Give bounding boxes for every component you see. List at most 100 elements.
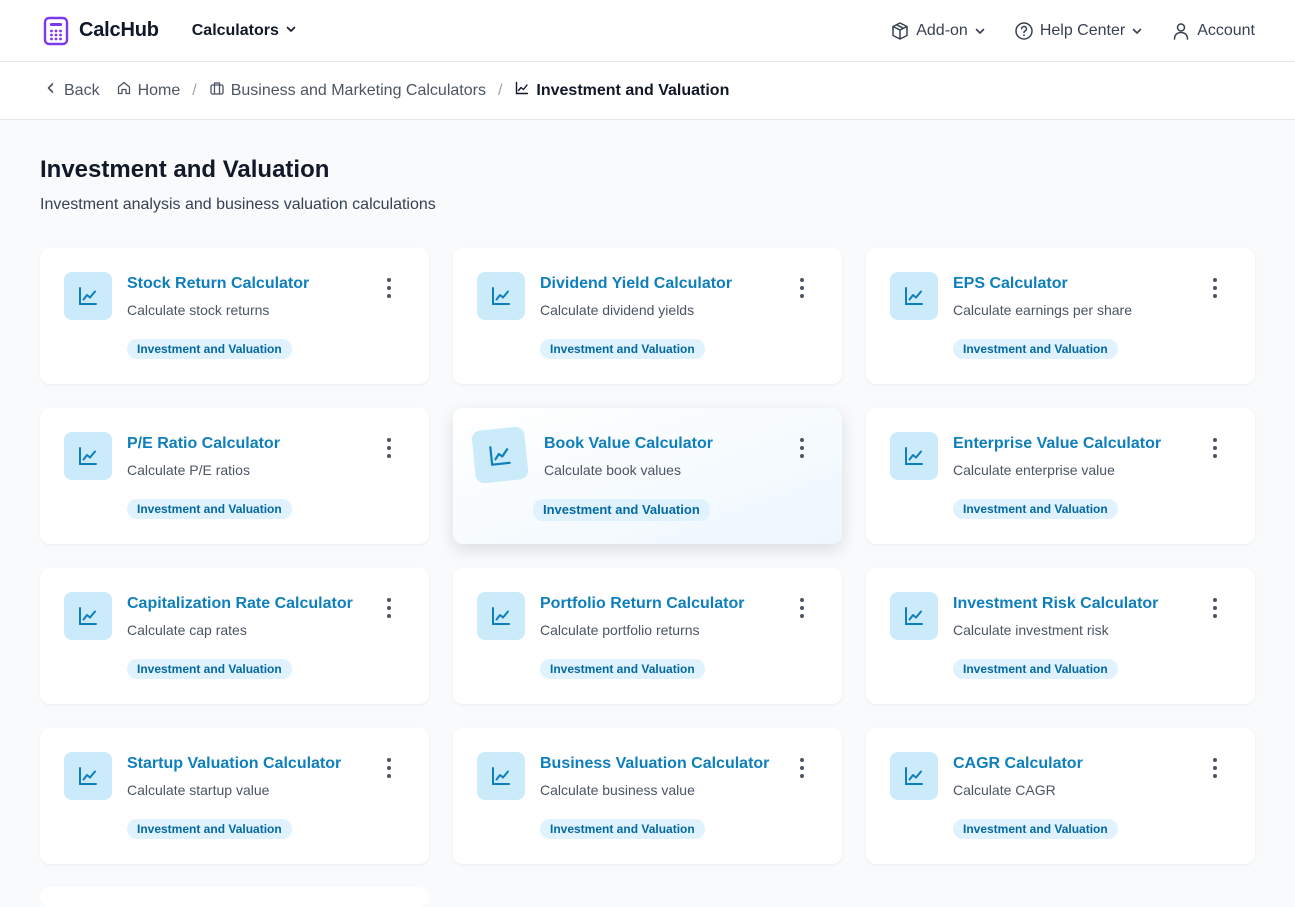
- help-circle-icon: [1014, 21, 1034, 41]
- card-title: CAGR Calculator: [953, 755, 1083, 772]
- card-title: Portfolio Return Calculator: [540, 595, 745, 612]
- line-chart-icon: [890, 752, 938, 800]
- briefcase-icon: [209, 80, 225, 101]
- more-options-icon[interactable]: [1211, 598, 1219, 618]
- line-chart-icon: [890, 272, 938, 320]
- line-chart-icon: [64, 272, 112, 320]
- logo[interactable]: CalcHub: [43, 16, 159, 46]
- breadcrumb-home-label: Home: [137, 81, 181, 99]
- chevron-down-icon: [974, 25, 986, 37]
- more-options-icon[interactable]: [1211, 758, 1219, 778]
- calculator-card[interactable]: Dividend Yield Calculator Calculate divid…: [453, 248, 842, 384]
- card-title: Capitalization Rate Calculator: [127, 595, 353, 612]
- card-description: Calculate earnings per share: [953, 302, 1132, 318]
- card-description: Calculate dividend yields: [540, 302, 695, 318]
- chevron-down-icon: [1131, 25, 1143, 37]
- line-chart-icon: [477, 272, 525, 320]
- card-description: Calculate stock returns: [127, 302, 270, 318]
- calculator-card[interactable]: Portfolio Return Calculator Calculate por…: [453, 568, 842, 704]
- line-chart-icon: [64, 432, 112, 480]
- card-description: Calculate business value: [540, 782, 695, 798]
- card-description: Calculate enterprise value: [953, 462, 1115, 478]
- card-title: Investment Risk Calculator: [953, 595, 1159, 612]
- more-options-icon[interactable]: [385, 438, 393, 458]
- chevron-down-icon: [285, 22, 297, 40]
- card-title: Book Value Calculator: [544, 435, 713, 452]
- top-navbar: CalcHub Calculators Add-on Help Center A…: [0, 0, 1295, 62]
- category-tag: Investment and Valuation: [533, 499, 710, 521]
- card-description: Calculate investment risk: [953, 622, 1109, 638]
- card-description: Calculate book values: [544, 462, 681, 478]
- calculator-grid: Stock Return Calculator Calculate stock r…: [40, 248, 1255, 864]
- category-tag: Investment and Valuation: [127, 339, 292, 359]
- more-options-icon[interactable]: [798, 278, 806, 298]
- addon-menu[interactable]: Add-on: [890, 21, 986, 41]
- card-title: Business Valuation Calculator: [540, 755, 770, 772]
- breadcrumb-home[interactable]: Home: [116, 80, 181, 101]
- card-title: EPS Calculator: [953, 275, 1068, 292]
- back-button[interactable]: Back: [44, 81, 100, 100]
- help-center-menu[interactable]: Help Center: [1014, 21, 1143, 41]
- calculator-card[interactable]: P/E Ratio Calculator Calculate P/E ratios…: [40, 408, 429, 544]
- line-chart-icon: [890, 592, 938, 640]
- calculator-card[interactable]: Capitalization Rate Calculator Calculate …: [40, 568, 429, 704]
- line-chart-icon: [514, 80, 530, 101]
- more-options-icon[interactable]: [385, 278, 393, 298]
- line-chart-icon: [64, 752, 112, 800]
- category-tag: Investment and Valuation: [953, 339, 1118, 359]
- more-options-icon[interactable]: [385, 598, 393, 618]
- category-tag: Investment and Valuation: [540, 659, 705, 679]
- help-center-label: Help Center: [1039, 21, 1126, 39]
- addon-label: Add-on: [916, 21, 968, 39]
- account-label: Account: [1197, 21, 1255, 39]
- line-chart-icon: [477, 592, 525, 640]
- more-options-icon[interactable]: [1211, 278, 1219, 298]
- calculator-card-partial: [40, 887, 429, 907]
- category-tag: Investment and Valuation: [127, 819, 292, 839]
- more-options-icon[interactable]: [798, 438, 806, 458]
- card-description: Calculate startup value: [127, 782, 270, 798]
- calculator-card[interactable]: Business Valuation Calculator Calculate b…: [453, 728, 842, 864]
- chevron-left-icon: [44, 81, 58, 100]
- more-options-icon[interactable]: [385, 758, 393, 778]
- calculator-card[interactable]: Stock Return Calculator Calculate stock r…: [40, 248, 429, 384]
- calculator-logo-icon: [43, 16, 69, 46]
- account-menu[interactable]: Account: [1171, 21, 1255, 41]
- calculator-card[interactable]: CAGR Calculator Calculate CAGR Investment …: [866, 728, 1255, 864]
- breadcrumb-current: Investment and Valuation: [514, 80, 729, 101]
- calculator-card[interactable]: Startup Valuation Calculator Calculate st…: [40, 728, 429, 864]
- calculators-menu[interactable]: Calculators: [192, 22, 297, 40]
- card-description: Calculate portfolio returns: [540, 622, 700, 638]
- calculator-card[interactable]: EPS Calculator Calculate earnings per sha…: [866, 248, 1255, 384]
- card-title: P/E Ratio Calculator: [127, 435, 280, 452]
- calculator-card[interactable]: Investment Risk Calculator Calculate inve…: [866, 568, 1255, 704]
- card-title: Startup Valuation Calculator: [127, 755, 342, 772]
- page-subtitle: Investment analysis and business valuati…: [40, 196, 436, 213]
- category-tag: Investment and Valuation: [127, 659, 292, 679]
- breadcrumb-separator: /: [497, 81, 503, 99]
- line-chart-icon: [477, 752, 525, 800]
- more-options-icon[interactable]: [798, 758, 806, 778]
- home-icon: [116, 80, 132, 101]
- category-tag: Investment and Valuation: [953, 819, 1118, 839]
- breadcrumb-parent-label: Business and Marketing Calculators: [230, 81, 486, 99]
- more-options-icon[interactable]: [1211, 438, 1219, 458]
- category-tag: Investment and Valuation: [540, 339, 705, 359]
- card-description: Calculate CAGR: [953, 782, 1056, 798]
- more-options-icon[interactable]: [798, 598, 806, 618]
- breadcrumb-separator: /: [192, 81, 197, 99]
- category-tag: Investment and Valuation: [953, 659, 1118, 679]
- card-title: Enterprise Value Calculator: [953, 435, 1162, 452]
- calculator-card[interactable]: Book Value Calculator Calculate book valu…: [453, 408, 842, 544]
- category-tag: Investment and Valuation: [953, 499, 1118, 519]
- card-title: Dividend Yield Calculator: [540, 275, 733, 292]
- brand-name: CalcHub: [79, 19, 159, 41]
- breadcrumb: Back Home / Business and Marketing Calcu…: [0, 62, 1295, 120]
- user-icon: [1171, 21, 1191, 41]
- breadcrumb-parent[interactable]: Business and Marketing Calculators: [209, 80, 486, 101]
- card-title: Stock Return Calculator: [127, 275, 310, 292]
- card-description: Calculate P/E ratios: [127, 462, 250, 478]
- line-chart-icon: [890, 432, 938, 480]
- package-icon: [890, 21, 910, 41]
- calculator-card[interactable]: Enterprise Value Calculator Calculate ent…: [866, 408, 1255, 544]
